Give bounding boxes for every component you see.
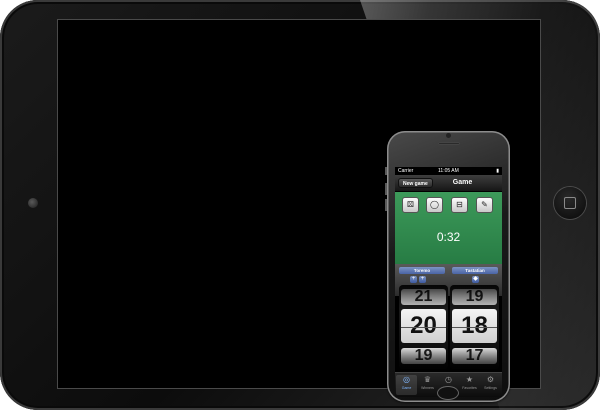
plus-icon[interactable]: +: [419, 276, 426, 283]
divider: [452, 327, 497, 328]
battery-icon: ▮: [496, 168, 499, 174]
score-right-value: 18: [452, 309, 497, 343]
volume-up-button[interactable]: [385, 183, 387, 195]
tab-label: Favorites: [462, 386, 477, 390]
picker-shade-top: [450, 285, 499, 309]
clock-label: 11:05 AM: [438, 168, 459, 174]
volume-down-button[interactable]: [385, 199, 387, 211]
plus-icon[interactable]: +: [410, 276, 417, 283]
game-panel: ⚄ ◯ ⊟ ✎ 0:32: [395, 192, 502, 264]
trophy-icon: ♛: [423, 375, 432, 384]
game-timer: 0:32: [436, 230, 461, 244]
note-icon: ✎: [481, 200, 488, 209]
circle-icon: ◯: [430, 200, 439, 209]
score-picker-right[interactable]: 19 18 17: [450, 285, 499, 369]
clock-icon: ◷: [445, 375, 452, 384]
earpiece-speaker: [438, 142, 460, 145]
notes-button[interactable]: ✎: [476, 197, 493, 213]
iphone-home-button[interactable]: [438, 387, 458, 399]
ipad-home-button[interactable]: [554, 187, 586, 219]
player-right-name[interactable]: Tastatian: [452, 267, 498, 274]
coin-button[interactable]: ◯: [426, 197, 443, 213]
page-title: Game: [452, 179, 473, 186]
navigation-bar: New game Game: [395, 175, 502, 192]
tab-label: Winners: [421, 386, 434, 390]
carrier-label: Carrier: [398, 168, 414, 174]
dice-button[interactable]: ⚄: [402, 197, 419, 213]
star-icon: ★: [465, 375, 474, 384]
dice-icon: ⚄: [407, 200, 414, 209]
picker-shade-bottom: [399, 345, 448, 369]
score-picker-left[interactable]: 21 20 19: [399, 285, 448, 369]
tab-label: Settings: [484, 386, 497, 390]
domino-button[interactable]: ⊟: [451, 197, 468, 213]
tab-game[interactable]: ◎ Game: [396, 375, 417, 395]
status-bar: Carrier 11:05 AM ▮: [395, 167, 502, 175]
ipad-device: [0, 0, 600, 410]
phone-screen: Carrier 11:05 AM ▮ New game Game ⚄ ◯ ⊟ ✎…: [395, 167, 502, 397]
iphone-device: Carrier 11:05 AM ▮ New game Game ⚄ ◯ ⊟ ✎…: [385, 131, 510, 402]
tab-winners[interactable]: ♛ Winners: [417, 375, 438, 395]
picker-shade-bottom: [450, 345, 499, 369]
player-left-name[interactable]: Toremo: [399, 267, 445, 274]
drop-icon[interactable]: ◆: [472, 276, 479, 283]
tab-label: Game: [401, 386, 412, 390]
front-camera-icon: [446, 133, 451, 138]
picker-shade-top: [399, 285, 448, 309]
camera-icon: [28, 198, 38, 208]
gear-icon: ⚙: [486, 375, 495, 384]
tab-settings[interactable]: ⚙ Settings: [480, 375, 501, 395]
game-icon: ◎: [403, 375, 410, 384]
domino-icon: ⊟: [456, 200, 463, 209]
score-left-value: 20: [401, 309, 446, 343]
mute-switch[interactable]: [385, 167, 387, 175]
tab-favorites[interactable]: ★ Favorites: [459, 375, 480, 395]
divider: [401, 327, 446, 328]
